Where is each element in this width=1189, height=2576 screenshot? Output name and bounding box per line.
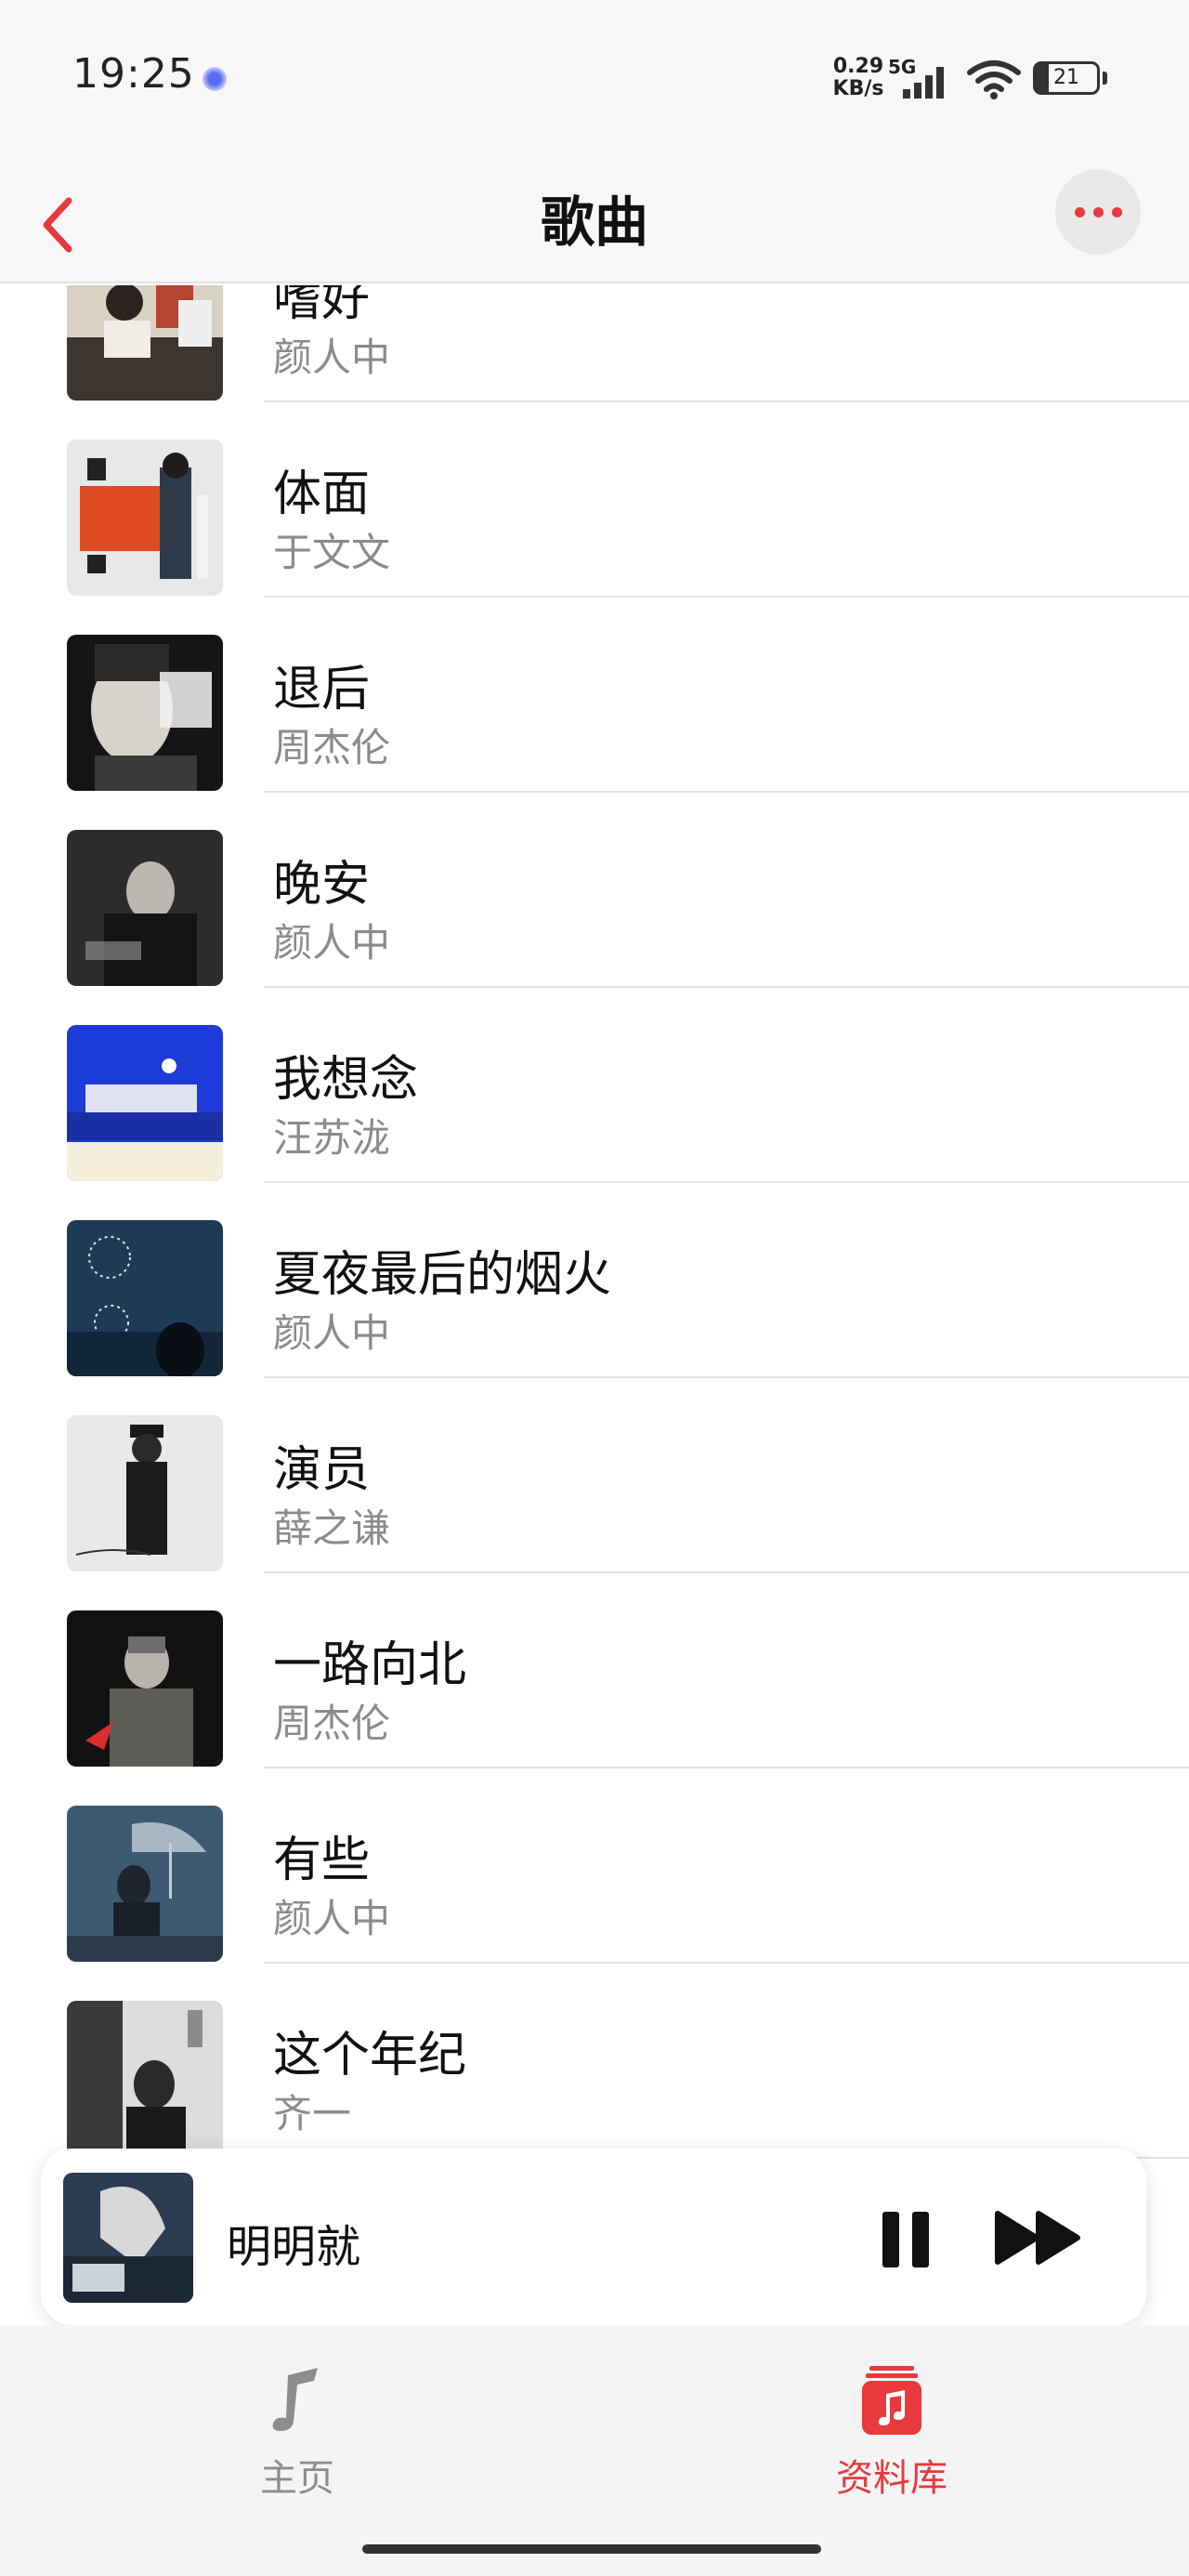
song-title: 这个年纪 [273, 2028, 467, 2083]
fast-forward-button[interactable] [983, 2193, 1094, 2282]
signal-icon [903, 67, 944, 99]
battery-icon: 21 [1033, 61, 1100, 95]
tab-library[interactable]: 资料库 [771, 2362, 1013, 2502]
tab-bar: 主页 资料库 [0, 2325, 1189, 2576]
music-note-icon [272, 2368, 318, 2431]
song-title: 一路向北 [273, 1637, 467, 1693]
album-art [67, 830, 223, 986]
song-artist: 颜人中 [273, 1896, 391, 1941]
tab-home-label: 主页 [260, 2457, 334, 2500]
notification-dot-icon [203, 67, 227, 91]
song-artist: 周杰伦 [273, 1701, 391, 1746]
album-art [67, 1610, 223, 1767]
song-artist: 周杰伦 [273, 725, 391, 770]
song-title: 体面 [273, 467, 371, 522]
song-artist: 齐一 [273, 2091, 352, 2136]
song-row[interactable]: 有些 颜人中 [0, 1768, 1189, 1964]
now-playing-bar[interactable]: 明明就 [41, 2149, 1146, 2325]
fast-forward-icon [995, 2211, 1080, 2265]
song-title: 演员 [273, 1442, 371, 1498]
album-art [67, 2001, 223, 2157]
network-speed: 0.29 KB/s [830, 56, 886, 100]
more-dot [1093, 207, 1104, 217]
song-row[interactable]: 体面 于文文 [0, 402, 1189, 598]
song-row[interactable]: 退后 周杰伦 [0, 598, 1189, 793]
album-art [67, 1806, 223, 1962]
song-row[interactable]: 晚安 颜人中 [0, 793, 1189, 988]
song-artist: 颜人中 [273, 1310, 391, 1356]
wifi-icon [967, 60, 1021, 99]
network-speed-unit: KB/s [832, 77, 884, 100]
more-dot [1112, 207, 1122, 217]
library-icon [862, 2366, 921, 2435]
album-art [67, 635, 223, 791]
status-time: 19:25 [72, 50, 195, 98]
song-artist: 颜人中 [273, 335, 391, 380]
song-artist: 薛之谦 [273, 1505, 391, 1551]
song-title: 晚安 [273, 857, 371, 913]
song-title: 嗜好 [273, 285, 371, 327]
album-art [67, 440, 223, 596]
status-bar: 19:25 0.29 KB/s 5G 21 [0, 0, 1189, 158]
song-row[interactable]: 嗜好 颜人中 [0, 285, 1189, 402]
album-art [67, 285, 223, 401]
pause-icon [882, 2212, 899, 2267]
song-artist: 于文文 [273, 530, 391, 575]
song-row[interactable]: 夏夜最后的烟火 颜人中 [0, 1183, 1189, 1378]
song-list[interactable]: 嗜好 颜人中 体面 于文文 退后 周杰伦 晚安 颜人中 我想念 汪苏泷 夏夜最后… [0, 285, 1189, 2162]
song-artist: 颜人中 [273, 920, 391, 966]
navigation-header: 歌曲 [0, 158, 1189, 283]
battery-tip [1103, 72, 1107, 85]
song-artist: 汪苏泷 [273, 1115, 391, 1161]
more-dots-icon [1075, 207, 1085, 217]
network-speed-value: 0.29 [832, 55, 884, 78]
now-playing-title: 明明就 [227, 2221, 361, 2273]
album-art [67, 1025, 223, 1181]
song-row[interactable]: 一路向北 周杰伦 [0, 1573, 1189, 1768]
battery-level: 21 [1053, 66, 1079, 89]
song-row[interactable]: 这个年纪 齐一 [0, 1964, 1189, 2159]
home-indicator[interactable] [362, 2544, 821, 2554]
now-playing-album-art [63, 2173, 193, 2303]
song-row[interactable]: 演员 薛之谦 [0, 1378, 1189, 1573]
song-row[interactable]: 我想念 汪苏泷 [0, 988, 1189, 1183]
album-art [67, 1220, 223, 1376]
song-title: 我想念 [273, 1052, 419, 1108]
song-title: 退后 [273, 662, 371, 717]
tab-library-label: 资料库 [836, 2457, 947, 2500]
tab-home[interactable]: 主页 [176, 2362, 418, 2502]
song-title: 有些 [273, 1833, 371, 1888]
pause-icon-bar [912, 2212, 929, 2267]
pause-button[interactable] [864, 2193, 949, 2282]
album-art [67, 1415, 223, 1571]
more-options-button[interactable] [1055, 169, 1141, 255]
song-title: 夏夜最后的烟火 [273, 1247, 612, 1303]
page-title: 歌曲 [540, 191, 648, 254]
